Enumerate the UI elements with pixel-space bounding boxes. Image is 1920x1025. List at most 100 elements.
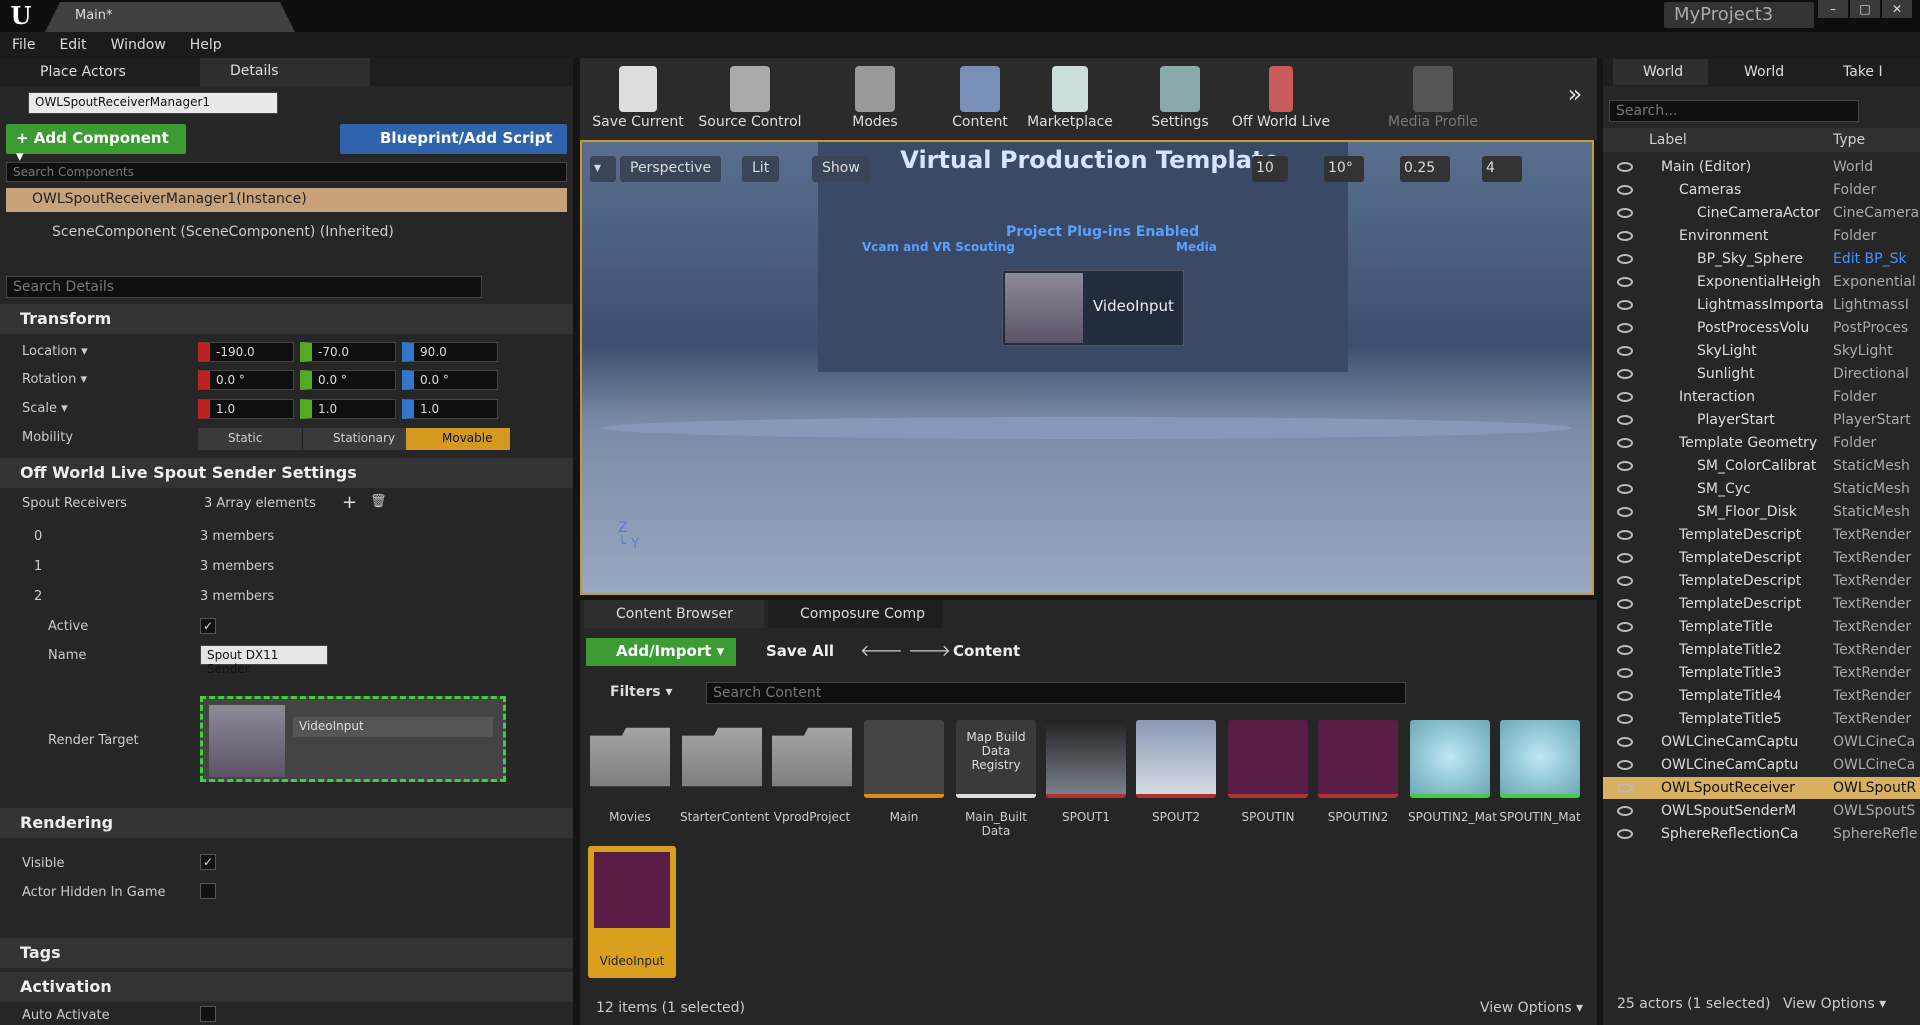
asset-spoutin2-mat[interactable]: SPOUTIN2_Mat — [1408, 720, 1497, 824]
visibility-eye-icon[interactable] — [1617, 507, 1633, 517]
element-1-index[interactable]: 1 — [34, 559, 42, 574]
visibility-eye-icon[interactable] — [1617, 622, 1633, 632]
visibility-eye-icon[interactable] — [1617, 392, 1633, 402]
outliner-row[interactable]: TemplateTitle2 TextRender — [1603, 639, 1920, 661]
asset-startercontent[interactable]: StarterContent — [680, 720, 769, 824]
visibility-eye-icon[interactable] — [1617, 645, 1633, 655]
scale-snap-value[interactable]: 0.25 — [1400, 156, 1450, 182]
visibility-eye-icon[interactable] — [1617, 760, 1633, 770]
tab-take[interactable]: Take I — [1819, 64, 1889, 80]
tab-composure[interactable]: Composure Comp — [768, 600, 943, 628]
outliner-view-options[interactable]: View Options ▾ — [1783, 996, 1886, 1012]
visibility-eye-icon[interactable] — [1617, 599, 1633, 609]
element-0-value[interactable]: 3 members — [200, 529, 274, 544]
add-element-icon[interactable]: + — [342, 492, 357, 513]
outliner-row[interactable]: Interaction Folder — [1603, 386, 1920, 408]
marketplace-button[interactable]: Marketplace — [1020, 66, 1120, 130]
outliner-row[interactable]: OWLSpoutReceiver OWLSpoutR — [1603, 777, 1920, 799]
render-target-combo[interactable]: VideoInput — [293, 717, 493, 737]
menu-edit[interactable]: Edit — [47, 37, 98, 53]
owl-section[interactable]: Off World Live Spout Sender Settings — [0, 458, 573, 488]
outliner-row[interactable]: OWLCineCamCaptu OWLCineCa — [1603, 731, 1920, 753]
rendering-section[interactable]: Rendering — [0, 808, 573, 838]
outliner-row[interactable]: SphereReflectionCa SphereRefle — [1603, 823, 1920, 845]
outliner-row[interactable]: Main (Editor) World — [1603, 156, 1920, 178]
search-components-input[interactable]: Search Components — [6, 162, 567, 182]
outliner-row[interactable]: SM_Floor_Disk StaticMesh — [1603, 501, 1920, 523]
save-all-button[interactable]: Save All — [766, 642, 834, 660]
mobility-static[interactable]: Static — [198, 428, 302, 450]
toolbar-overflow-icon[interactable]: » — [1560, 80, 1590, 108]
location-x[interactable]: -190.0 — [198, 342, 294, 362]
lit-button[interactable]: Lit — [742, 156, 780, 182]
tab-world-1[interactable]: World — [1613, 59, 1708, 85]
filters-button[interactable]: Filters ▾ — [610, 684, 673, 700]
menu-file[interactable]: File — [0, 37, 47, 53]
outliner-row[interactable]: PlayerStart PlayerStart — [1603, 409, 1920, 431]
scale-x[interactable]: 1.0 — [198, 399, 294, 419]
cb-view-options[interactable]: View Options ▾ — [1480, 1000, 1583, 1016]
visibility-eye-icon[interactable] — [1617, 806, 1633, 816]
outliner-row[interactable]: SM_Cyc StaticMesh — [1603, 478, 1920, 500]
search-details-input[interactable]: Search Details — [6, 276, 482, 298]
visibility-eye-icon[interactable] — [1617, 254, 1633, 264]
menu-window[interactable]: Window — [99, 37, 178, 53]
render-target-slot[interactable]: VideoInput — [200, 696, 506, 782]
tags-section[interactable]: Tags — [0, 938, 573, 968]
outliner-row[interactable]: Sunlight Directional — [1603, 363, 1920, 385]
rotation-y[interactable]: 0.0 ° — [300, 370, 396, 390]
scale-z[interactable]: 1.0 — [402, 399, 498, 419]
grid-snap-value[interactable]: 10 — [1252, 156, 1288, 182]
actor-name-field[interactable]: OWLSpoutReceiverManager1 — [28, 92, 278, 114]
outliner-row[interactable]: SkyLight SkyLight — [1603, 340, 1920, 362]
asset-spout2[interactable]: SPOUT2 — [1134, 720, 1218, 824]
menu-help[interactable]: Help — [178, 37, 234, 53]
visibility-eye-icon[interactable] — [1617, 162, 1633, 172]
element-2-index[interactable]: 2 — [34, 589, 42, 604]
visibility-eye-icon[interactable] — [1617, 668, 1633, 678]
angle-snap-value[interactable]: 10° — [1324, 156, 1364, 182]
name-field[interactable]: Spout DX11 Sender — [200, 645, 328, 676]
asset-spoutin[interactable]: SPOUTIN — [1226, 720, 1310, 824]
hidden-checkbox[interactable] — [200, 883, 216, 899]
asset-vprodproject[interactable]: VprodProject — [770, 720, 854, 824]
outliner-row[interactable]: TemplateTitle3 TextRender — [1603, 662, 1920, 684]
outliner-row[interactable]: Environment Folder — [1603, 225, 1920, 247]
level-viewport[interactable]: Virtual Production Template Project Plug… — [580, 140, 1594, 595]
outliner-row[interactable]: Cameras Folder — [1603, 179, 1920, 201]
col-type[interactable]: Type — [1833, 132, 1865, 148]
outliner-row[interactable]: TemplateDescript TextRender — [1603, 547, 1920, 569]
blueprint-button[interactable]: Blueprint/Add Script — [340, 124, 567, 154]
mobility-stationary[interactable]: Stationary — [302, 428, 406, 450]
outliner-row[interactable]: TemplateDescript TextRender — [1603, 524, 1920, 546]
trash-icon[interactable]: 🗑 — [370, 494, 387, 509]
maximize-icon[interactable]: □ — [1850, 0, 1880, 18]
visibility-eye-icon[interactable] — [1617, 415, 1633, 425]
visibility-eye-icon[interactable] — [1617, 300, 1633, 310]
outliner-row-type[interactable]: Edit BP_Sk — [1833, 251, 1919, 267]
outliner-row[interactable]: ExponentialHeigh Exponential — [1603, 271, 1920, 293]
asset-spoutin-mat[interactable]: SPOUTIN_Mat — [1498, 720, 1582, 824]
minimize-icon[interactable]: – — [1818, 0, 1848, 18]
outliner-row[interactable]: TemplateTitle4 TextRender — [1603, 685, 1920, 707]
tab-content-browser[interactable]: Content Browser — [584, 600, 764, 628]
visibility-eye-icon[interactable] — [1617, 484, 1633, 494]
mobility-movable[interactable]: Movable — [406, 428, 510, 450]
media-profile-button[interactable]: Media Profile — [1378, 66, 1488, 130]
element-1-value[interactable]: 3 members — [200, 559, 274, 574]
search-content-input[interactable]: Search Content — [706, 682, 1406, 704]
outliner-row[interactable]: OWLSpoutSenderM OWLSpoutS — [1603, 800, 1920, 822]
visibility-eye-icon[interactable] — [1617, 714, 1633, 724]
visibility-eye-icon[interactable] — [1617, 323, 1633, 333]
visibility-eye-icon[interactable] — [1617, 208, 1633, 218]
outliner-row[interactable]: TemplateDescript TextRender — [1603, 593, 1920, 615]
add-import-button[interactable]: Add/Import ▾ — [586, 638, 736, 666]
outliner-row[interactable]: LightmassImporta LightmassI — [1603, 294, 1920, 316]
viewport-menu-button[interactable]: ▾ — [590, 156, 616, 182]
location-z[interactable]: 90.0 — [402, 342, 498, 362]
visibility-eye-icon[interactable] — [1617, 461, 1633, 471]
rotation-x[interactable]: 0.0 ° — [198, 370, 294, 390]
visibility-eye-icon[interactable] — [1617, 829, 1633, 839]
outliner-row[interactable]: SM_ColorCalibrat StaticMesh — [1603, 455, 1920, 477]
outliner-search-input[interactable]: Search... — [1609, 100, 1859, 122]
